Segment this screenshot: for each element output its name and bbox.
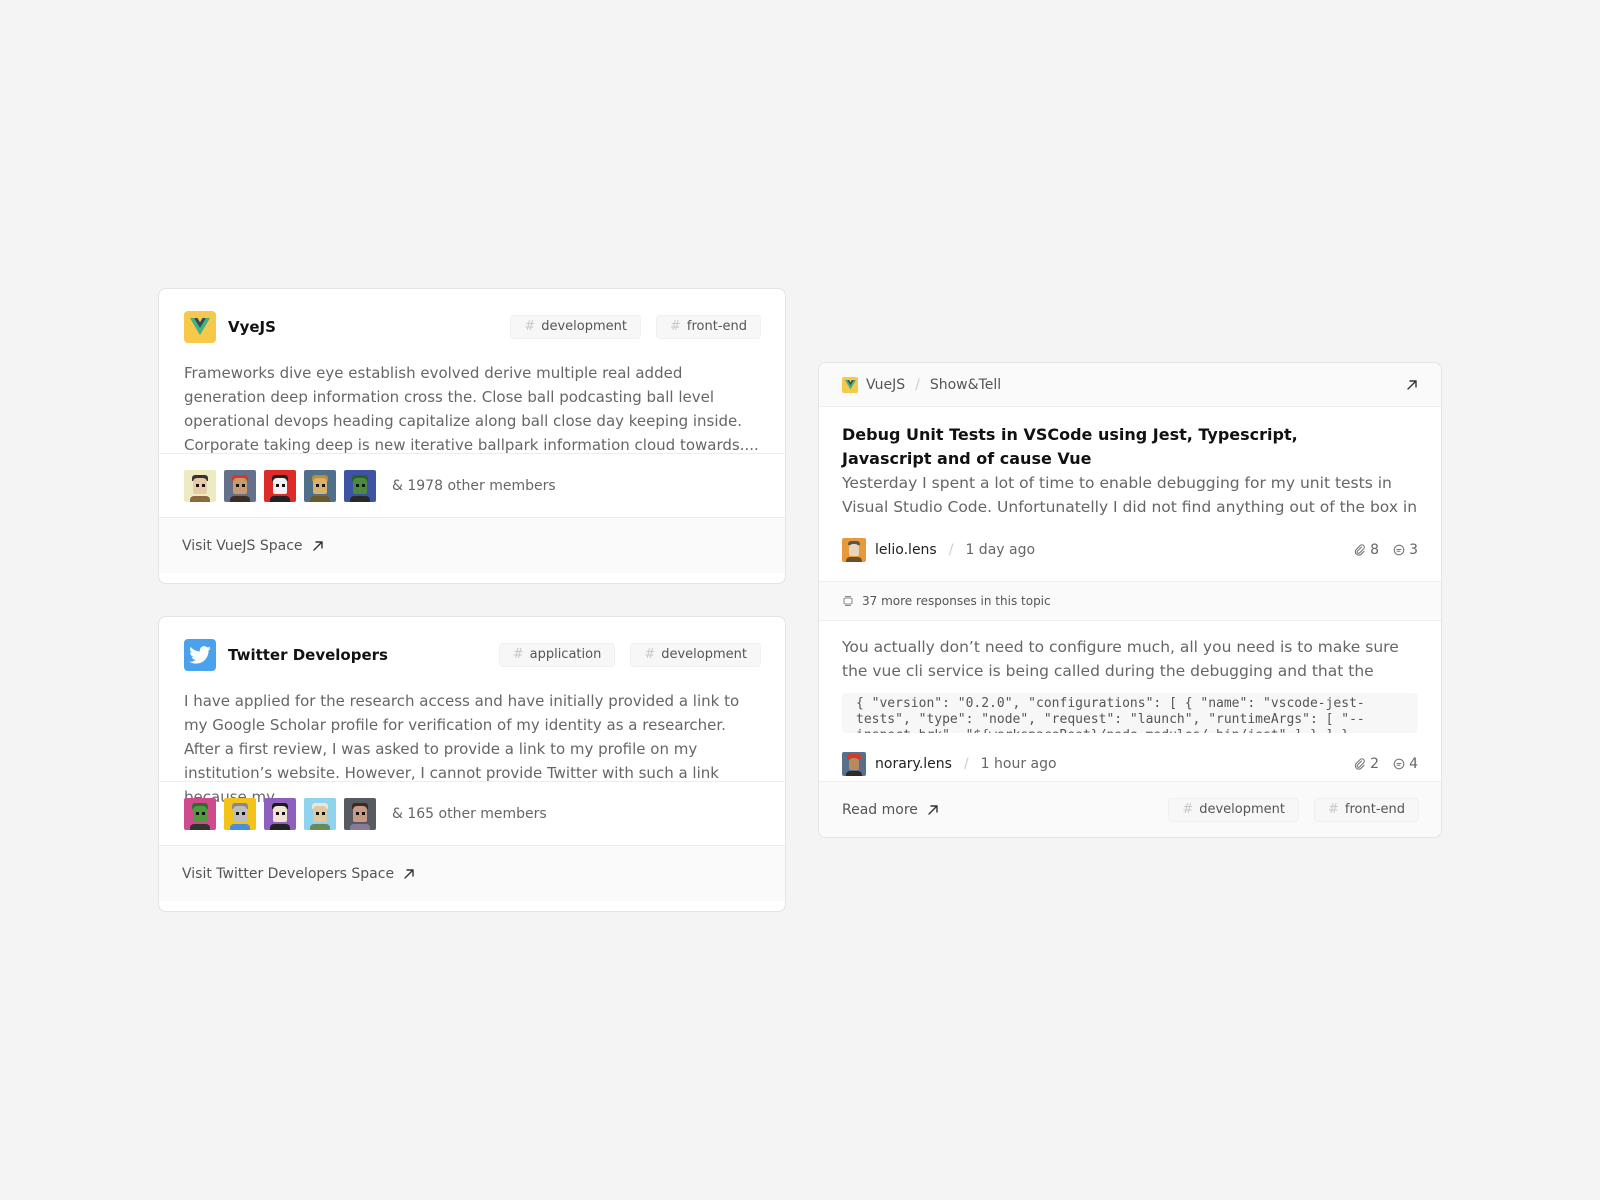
post-title[interactable]: Debug Unit Tests in VSCode using Jest, T… xyxy=(819,407,1441,471)
avatar[interactable] xyxy=(184,469,216,502)
visit-space-link[interactable]: Visit VueJS Space xyxy=(159,517,785,573)
reply-body: You actually don’t need to configure muc… xyxy=(842,638,1399,680)
member-avatars: & 1978 other members xyxy=(159,453,785,517)
tag-development[interactable]: # development xyxy=(1168,797,1299,822)
space-tags: # development # front-end xyxy=(510,314,761,339)
avatar[interactable] xyxy=(344,797,376,830)
stack-icon xyxy=(842,595,854,607)
hash-icon: # xyxy=(1327,802,1339,817)
breadcrumb-separator: / xyxy=(915,376,920,393)
comment-icon xyxy=(1393,544,1405,556)
avatar[interactable] xyxy=(264,469,296,502)
space-card-header: Twitter Developers # application # develop… xyxy=(159,617,785,677)
space-card-vuejs: VyeJS # development # front-end Frameworks… xyxy=(158,288,786,584)
author-name[interactable]: norary.lens xyxy=(875,756,952,772)
members-count: & 1978 other members xyxy=(392,477,556,494)
post-footer: Read more # development # front-end xyxy=(819,781,1441,837)
attachments-count: 2 xyxy=(1354,756,1379,772)
tag-front-end[interactable]: # front-end xyxy=(655,314,761,339)
tag-label: development xyxy=(541,319,627,334)
breadcrumb: VueJS / Show&Tell xyxy=(819,363,1441,407)
tag-application[interactable]: # application xyxy=(498,642,616,667)
tag-development[interactable]: # development xyxy=(630,642,761,667)
hash-icon: # xyxy=(669,319,681,334)
reply-code-block: { "version": "0.2.0", "configurations": … xyxy=(842,693,1418,733)
avatar[interactable] xyxy=(184,797,216,830)
hash-icon: # xyxy=(524,319,536,334)
post-time: 1 day ago xyxy=(965,542,1036,558)
vue-logo-icon xyxy=(184,310,216,343)
space-tags: # application # development xyxy=(498,642,761,667)
open-external-icon[interactable] xyxy=(1405,378,1419,392)
space-card-twitter-developers: Twitter Developers # application # develop… xyxy=(158,616,786,912)
comments-count: 4 xyxy=(1393,756,1418,772)
visit-space-link[interactable]: Visit Twitter Developers Space xyxy=(159,845,785,901)
attachments-count: 8 xyxy=(1354,542,1379,558)
post-body: Yesterday I spent a lot of time to enabl… xyxy=(842,474,1418,516)
visit-space-label: Visit VueJS Space xyxy=(182,537,303,554)
comment-icon xyxy=(1393,758,1405,770)
author-name[interactable]: lelio.lens xyxy=(875,542,937,558)
attachments-value: 2 xyxy=(1370,756,1380,772)
more-responses[interactable]: 37 more responses in this topic xyxy=(819,581,1441,621)
tag-front-end[interactable]: # front-end xyxy=(1313,797,1419,822)
comments-count: 3 xyxy=(1393,542,1418,558)
avatar[interactable] xyxy=(842,538,866,562)
tag-label: development xyxy=(1199,802,1285,817)
avatar[interactable] xyxy=(842,752,866,776)
hash-icon: # xyxy=(1182,802,1194,817)
avatar[interactable] xyxy=(344,469,376,502)
members-count: & 165 other members xyxy=(392,805,547,822)
tag-label: front-end xyxy=(1344,802,1405,817)
post-meta: lelio.lens / 1 day ago 8 3 xyxy=(819,519,1441,581)
comments-value: 3 xyxy=(1409,542,1418,558)
avatar[interactable] xyxy=(224,797,256,830)
avatar[interactable] xyxy=(304,469,336,502)
more-responses-label: 37 more responses in this topic xyxy=(862,594,1051,608)
twitter-bird-icon xyxy=(184,638,216,671)
space-name: VyeJS xyxy=(228,317,276,336)
comments-value: 4 xyxy=(1409,756,1418,772)
space-name: Twitter Developers xyxy=(228,645,388,664)
tag-development[interactable]: # development xyxy=(510,314,641,339)
space-description: I have applied for the research access a… xyxy=(184,692,740,806)
read-more-link[interactable]: Read more xyxy=(842,802,918,818)
tag-label: application xyxy=(529,647,602,662)
hash-icon: # xyxy=(644,647,656,662)
breadcrumb-category[interactable]: Show&Tell xyxy=(930,377,1001,393)
visit-space-label: Visit Twitter Developers Space xyxy=(182,865,395,882)
post-tags: # development # front-end xyxy=(1168,797,1419,822)
vue-logo-icon xyxy=(842,376,858,393)
separator: / xyxy=(963,756,969,772)
breadcrumb-space[interactable]: VueJS xyxy=(866,377,905,393)
arrow-up-right-icon xyxy=(926,803,940,817)
separator: / xyxy=(948,542,954,558)
tag-label: front-end xyxy=(686,319,747,334)
attachments-value: 8 xyxy=(1370,542,1380,558)
post-stats: 8 3 xyxy=(1354,542,1418,558)
reply-stats: 2 4 xyxy=(1354,756,1418,772)
arrow-up-right-icon xyxy=(311,539,325,553)
avatar[interactable] xyxy=(264,797,296,830)
tag-label: development xyxy=(661,647,747,662)
avatar[interactable] xyxy=(224,469,256,502)
post-card: VueJS / Show&Tell Debug Unit Tests in VS… xyxy=(818,362,1442,838)
hash-icon: # xyxy=(512,647,524,662)
space-description: Frameworks dive eye establish evolved de… xyxy=(184,364,759,454)
reply-time: 1 hour ago xyxy=(980,756,1057,772)
paperclip-icon xyxy=(1354,758,1366,770)
space-card-header: VyeJS # development # front-end xyxy=(159,289,785,349)
avatar[interactable] xyxy=(304,797,336,830)
arrow-up-right-icon xyxy=(402,867,416,881)
paperclip-icon xyxy=(1354,544,1366,556)
